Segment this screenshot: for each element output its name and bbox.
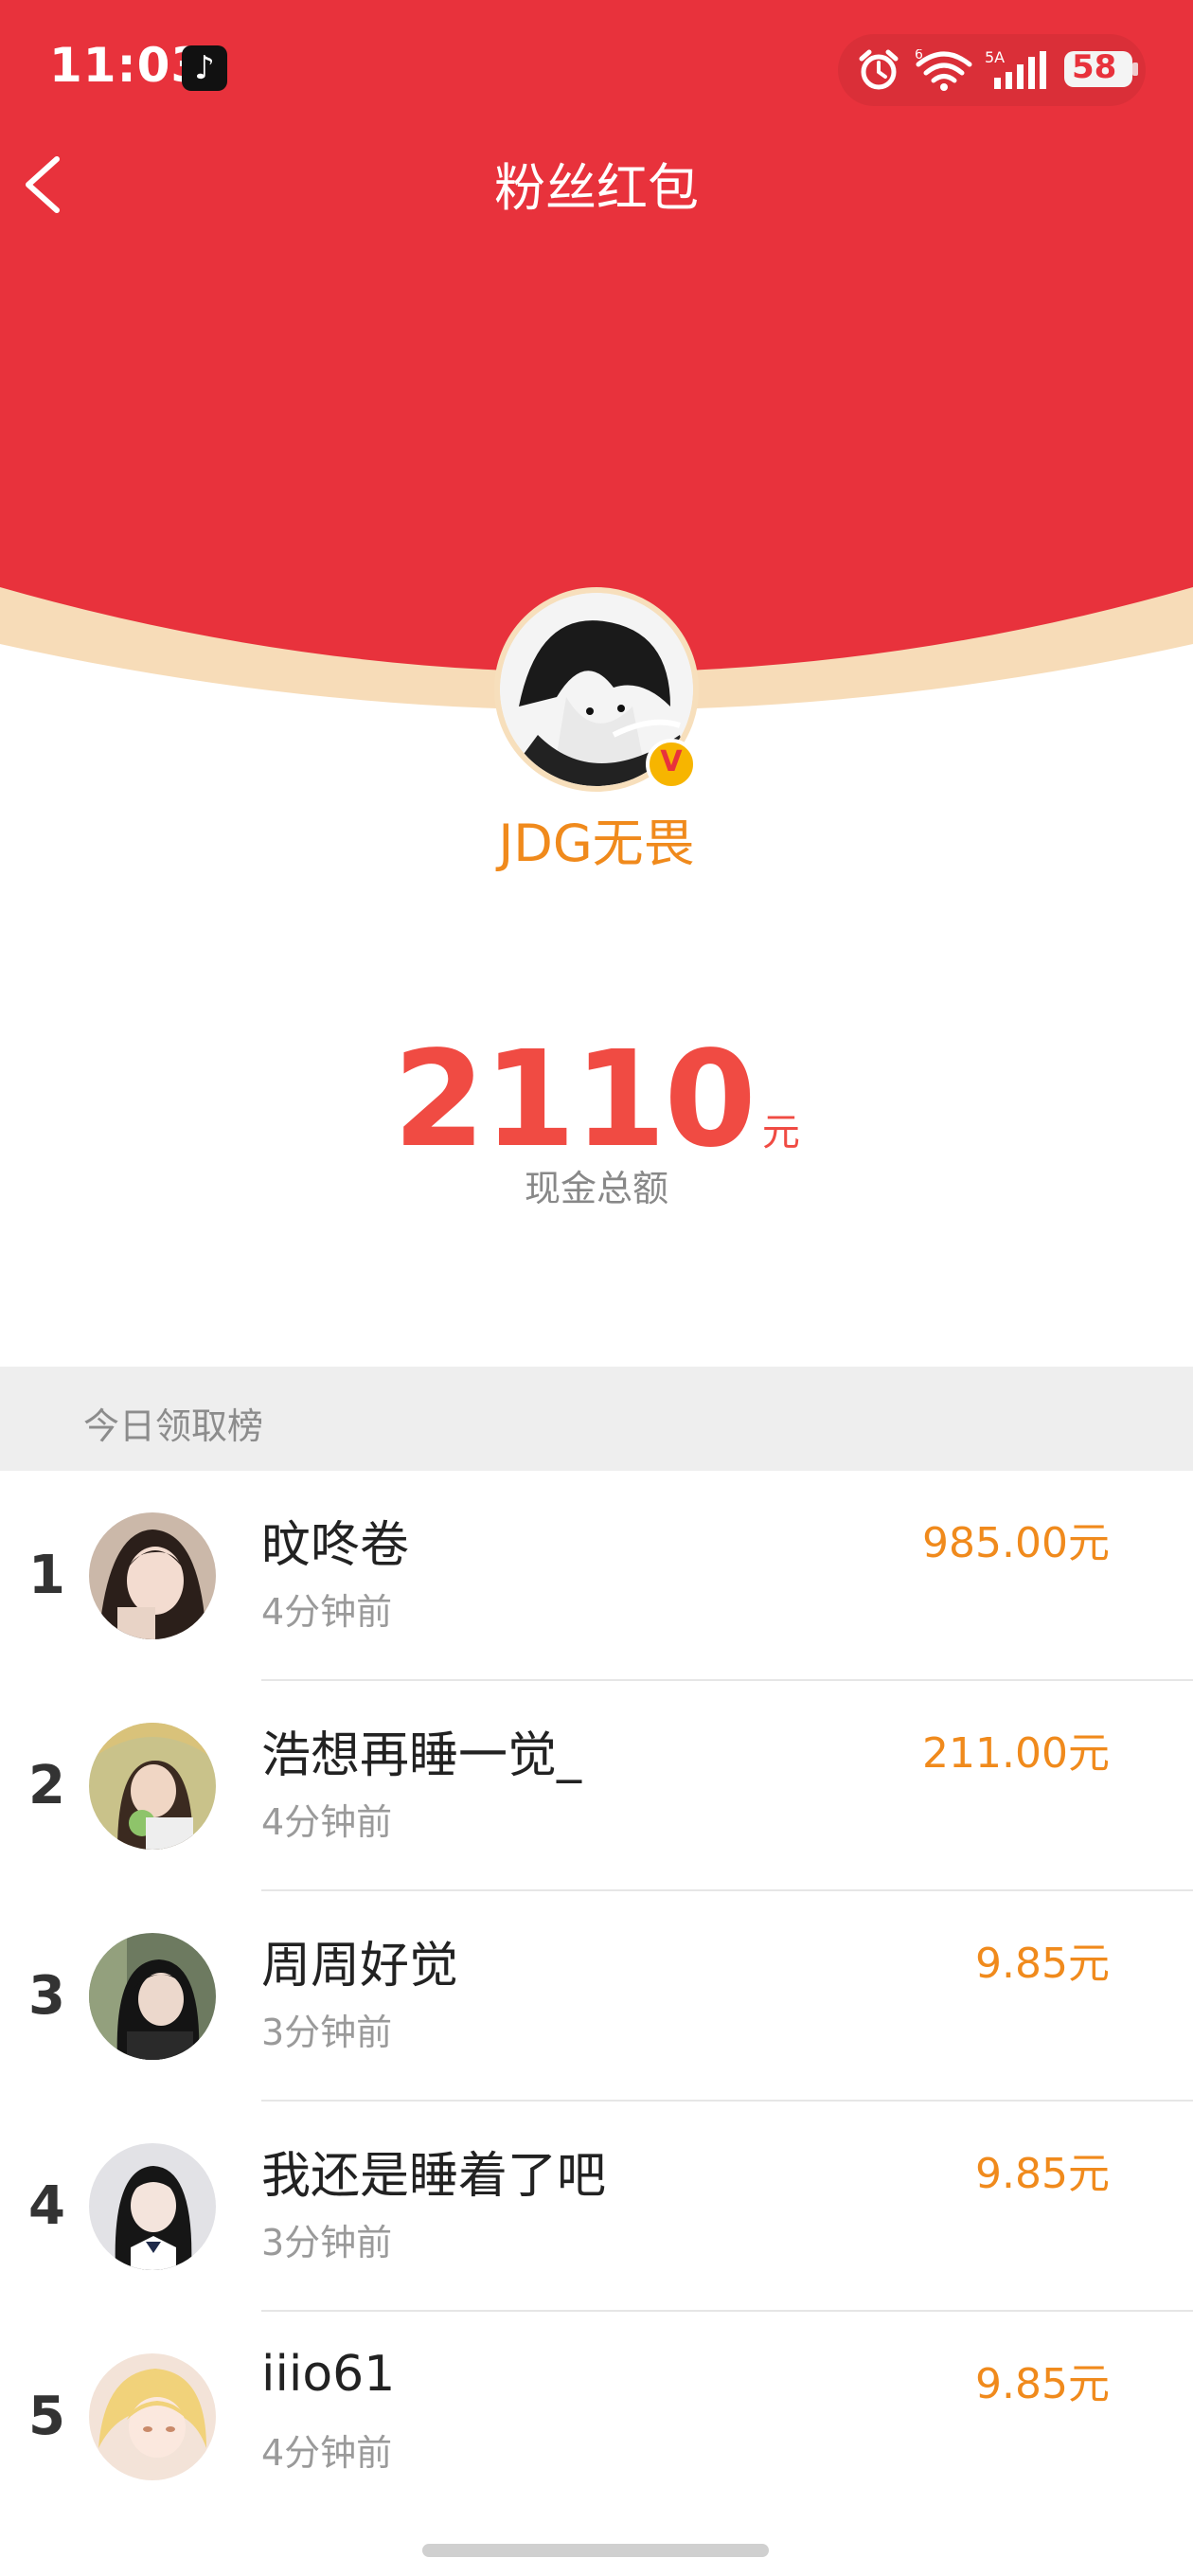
user-name: 浩想再睡一觉_ xyxy=(261,1727,582,1784)
user-name: 旼咚卷 xyxy=(261,1517,410,1574)
battery-icon: 58 xyxy=(1064,48,1132,87)
user-avatar-image xyxy=(89,2353,216,2480)
user-name: 我还是睡着了吧 xyxy=(261,2148,607,2205)
claim-amount: 9.85元 xyxy=(975,2360,1110,2408)
status-bar: 11:03 ♪ 6 5A 58 xyxy=(0,0,1193,142)
creator-name[interactable]: JDG无畏 xyxy=(0,801,1193,876)
list-item[interactable]: 3 周周好觉 3分钟前 9.85元 xyxy=(0,1891,1193,2102)
list-item[interactable]: 4 我还是睡着了吧 3分钟前 9.85元 xyxy=(0,2102,1193,2312)
claim-time: 3分钟前 xyxy=(261,2222,393,2263)
user-avatar[interactable] xyxy=(89,1723,216,1850)
user-avatar[interactable] xyxy=(89,2353,216,2480)
claim-time: 4分钟前 xyxy=(261,1801,393,1843)
wifi-label: 6 xyxy=(915,49,923,63)
rank-number: 3 xyxy=(28,1965,65,2027)
page-title: 粉丝红包 xyxy=(494,158,699,218)
leaderboard-header: 今日领取榜 xyxy=(0,1367,1193,1471)
user-avatar-image xyxy=(89,1512,216,1639)
home-indicator[interactable] xyxy=(422,2544,769,2557)
alarm-icon xyxy=(859,49,899,90)
network-type-label: 5A xyxy=(985,49,1005,66)
verified-badge-icon: V xyxy=(646,739,697,790)
user-avatar-image xyxy=(89,1933,216,2060)
cellular-signal-icon: 5A xyxy=(985,49,1046,89)
claim-time: 4分钟前 xyxy=(261,2432,393,2474)
wifi-icon: 6 xyxy=(915,49,972,91)
user-name: iiio61 xyxy=(261,2346,396,2403)
claim-amount: 9.85元 xyxy=(975,2150,1110,2198)
claim-amount: 9.85元 xyxy=(975,1940,1110,1988)
cash-label: 现金总额 xyxy=(524,1168,668,1209)
rank-number: 5 xyxy=(28,2386,65,2447)
battery-tip xyxy=(1132,63,1138,76)
rank-number: 1 xyxy=(28,1545,65,1606)
user-avatar[interactable] xyxy=(89,1512,216,1639)
claim-amount: 985.00元 xyxy=(922,1519,1110,1567)
rank-number: 2 xyxy=(28,1755,65,1816)
rank-number: 4 xyxy=(28,2175,65,2237)
user-avatar[interactable] xyxy=(89,2143,216,2270)
cash-amount-block: 2110 元 xyxy=(0,1023,1193,1177)
user-avatar-image xyxy=(89,2143,216,2270)
user-avatar-image xyxy=(89,1723,216,1850)
claim-amount: 211.00元 xyxy=(922,1729,1110,1778)
list-item[interactable]: 5 iiio61 4分钟前 9.85元 xyxy=(0,2312,1193,2522)
tiktok-icon: ♪ xyxy=(182,45,227,91)
cash-unit: 元 xyxy=(761,1111,800,1154)
claim-time: 4分钟前 xyxy=(261,1591,393,1633)
claim-time: 3分钟前 xyxy=(261,2012,393,2053)
verified-badge-letter: V xyxy=(660,745,683,778)
list-item[interactable]: 1 旼咚卷 4分钟前 985.00元 xyxy=(0,1471,1193,1681)
list-item[interactable]: 2 浩想再睡一觉_ 4分钟前 211.00元 xyxy=(0,1681,1193,1891)
user-avatar[interactable] xyxy=(89,1933,216,2060)
cash-amount: 2110 xyxy=(393,1023,757,1177)
leaderboard-title: 今日领取榜 xyxy=(83,1405,264,1447)
user-name: 周周好觉 xyxy=(261,1938,459,1995)
battery-level: 58 xyxy=(1072,48,1117,86)
